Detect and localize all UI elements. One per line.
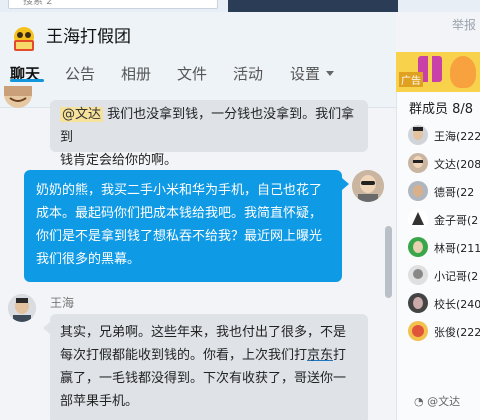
members-title: 群成员 8/8 — [409, 102, 474, 117]
member-avatar-icon — [408, 237, 428, 257]
member-name: 校长(240 — [434, 298, 480, 311]
member-name: 德哥(22 — [434, 186, 475, 199]
message-bubble: @文达 我们也没拿到钱，一分钱也没拿到。我们拿到 钱肯定会给你的啊。 — [50, 100, 368, 168]
member-avatar-icon — [408, 153, 428, 173]
self-avatar[interactable] — [352, 170, 384, 202]
member-name: 文达(208 — [434, 158, 480, 171]
message-text: 每次打假都能收到钱的。你看，上次我们打 — [60, 348, 308, 363]
member-item[interactable]: 德哥(22 — [406, 180, 480, 206]
message-text: 成本。最起码你们把成本钱给我吧。我简直怀疑， — [36, 206, 323, 221]
message-text: 我们也没拿到钱，一分钱也没拿到。我们拿到 — [60, 107, 355, 145]
chevron-down-icon — [326, 71, 335, 76]
member-avatar-icon — [408, 321, 428, 341]
message-bubble-self: 奶奶的熊，我买二手小米和华为手机，自己也花了 成本。最起码你们把成本钱给我吧。我… — [24, 170, 342, 282]
mention-tag[interactable]: @文达 — [60, 107, 104, 122]
group-avatar-icon — [14, 27, 34, 51]
member-item[interactable]: 校长(240 — [406, 292, 480, 318]
report-link[interactable]: 举报 — [452, 16, 476, 33]
member-avatar-icon — [408, 293, 428, 313]
message-text: 奶奶的熊，我买二手小米和华为手机，自己也花了 — [36, 183, 323, 198]
message-text: 打 — [333, 348, 347, 363]
bubble-tail — [43, 322, 50, 334]
ad-label: 广告 — [399, 72, 423, 87]
message-text: 我们很多的黑幕。 — [36, 252, 141, 267]
member-item[interactable]: 金子哥(2 — [406, 208, 480, 234]
chat-header: 王海打假团 聊天 公告 相册 文件 活动 设置 — [0, 12, 396, 108]
link-jd[interactable]: 京东 — [307, 348, 333, 363]
member-item[interactable]: 文达(208 — [406, 152, 480, 178]
tab-album[interactable]: 相册 — [121, 63, 151, 85]
member-item[interactable]: 张俊(222 — [406, 320, 480, 346]
sender-name: 王海 — [50, 296, 75, 310]
message-text: 部苹果手机。 — [60, 394, 139, 409]
member-avatar-icon — [408, 125, 428, 145]
member-name: 小记哥(2 — [434, 270, 479, 283]
avatar-photo-icon — [352, 170, 384, 202]
weibo-watermark: ◔ @文达 — [414, 393, 460, 409]
member-name: 王海(222 — [434, 130, 480, 143]
tab-settings[interactable]: 设置 — [290, 63, 335, 85]
avatar-photo-icon — [8, 294, 36, 322]
member-name: 张俊(222 — [434, 326, 480, 339]
watermark-text: @文达 — [427, 395, 461, 408]
tab-files[interactable]: 文件 — [177, 63, 207, 85]
active-tab-indicator — [10, 79, 44, 82]
ad-banner[interactable]: 广告 — [396, 52, 480, 92]
cartoon-cat-icon — [450, 56, 476, 88]
search-input[interactable]: 搜索 2 — [8, 0, 218, 9]
member-item[interactable]: 林哥(211 — [406, 236, 480, 262]
weibo-logo-icon: ◔ — [414, 395, 428, 408]
taskbar-strip — [228, 0, 398, 12]
message-text: 钱肯定会给你的啊。 — [60, 153, 178, 168]
tab-announcement[interactable]: 公告 — [65, 63, 95, 85]
message-bubble: 其实，兄弟啊。这些年来，我也付出了很多，不是 每次打假都能收到钱的。你看，上次我… — [50, 314, 368, 420]
member-name: 金子哥(2 — [434, 214, 479, 227]
tab-bar: 聊天 公告 相册 文件 活动 设置 — [0, 63, 396, 97]
member-name: 林哥(211 — [434, 242, 480, 255]
member-item[interactable]: 王海(222 — [406, 124, 480, 150]
sender-avatar[interactable] — [8, 294, 36, 322]
scrollbar-thumb[interactable] — [385, 226, 392, 298]
member-avatar-icon — [408, 209, 428, 229]
message-text: 你们是不是拿到钱了想私吞不给我？最近网上曝光 — [36, 229, 323, 244]
message-text: 其实，兄弟啊。这些年来，我也付出了很多，不是 — [60, 325, 347, 340]
tab-settings-label: 设置 — [290, 65, 321, 83]
bubble-tail — [342, 178, 349, 190]
message-text: 赢了，一毛钱都没得到。下次有收获了，哥送你一 — [60, 371, 347, 386]
tab-activity[interactable]: 活动 — [233, 63, 263, 85]
member-avatar-icon — [408, 265, 428, 285]
member-avatar-icon — [408, 181, 428, 201]
group-title: 王海打假团 — [46, 27, 131, 47]
member-item[interactable]: 小记哥(2 — [406, 264, 480, 290]
top-strip: 搜索 2 — [0, 0, 480, 12]
